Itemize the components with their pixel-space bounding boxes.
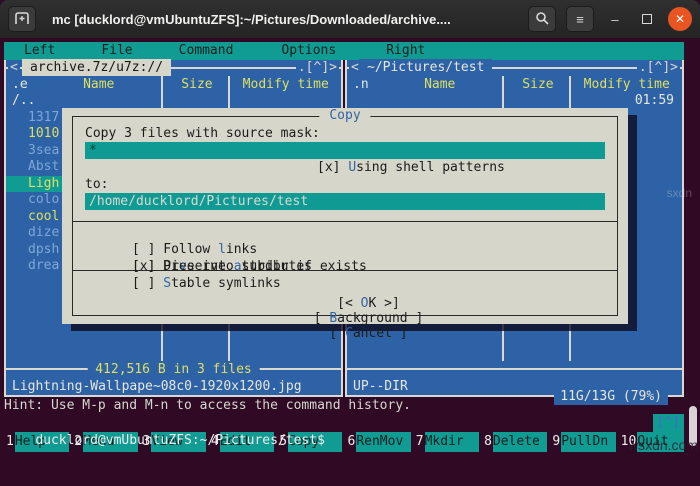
menu-command[interactable]: Command xyxy=(171,42,242,60)
hamburger-icon: ≡ xyxy=(576,11,584,27)
fkey-num: 6 xyxy=(347,434,356,449)
left-mini-separator: 412,516 B in 3 files xyxy=(6,361,341,378)
menu-right[interactable]: Right xyxy=(378,42,433,60)
fkey-delete[interactable]: 8 Delete xyxy=(482,432,548,452)
checkbox-text: [ ] Follow xyxy=(131,242,219,257)
checkbox-text: table symlinks xyxy=(171,276,281,291)
background-button[interactable]: [ Background ] xyxy=(314,311,424,326)
left-panel-updir-control[interactable]: .[^]> xyxy=(295,60,339,76)
right-col-name[interactable]: Name xyxy=(375,76,504,93)
copy-dialog-frame: Copy Copy 3 files with source mask: * [x… xyxy=(72,108,618,341)
left-panel-path[interactable]: archive.7z/u7z:// xyxy=(22,59,172,76)
button-text: K >] xyxy=(368,296,400,311)
stable-symlinks-checkbox[interactable]: [ ] Stable symlinks xyxy=(132,276,281,291)
new-tab-button[interactable] xyxy=(8,6,36,32)
right-disk-usage: 11G/13G (79%) xyxy=(554,388,668,405)
mc-menubar: Left File Command Options Right xyxy=(4,42,684,60)
checkbox-text: [x] Preserve xyxy=(131,259,234,274)
button-text: [ xyxy=(329,326,345,341)
watermark-side: sxdn xyxy=(666,186,692,200)
checkbox-text: [ ] xyxy=(131,276,164,291)
new-tab-icon xyxy=(14,11,30,28)
checkbox-text: [x] xyxy=(317,160,349,175)
close-icon: ✕ xyxy=(674,12,686,26)
right-sort-indicator[interactable]: .n xyxy=(347,76,375,93)
panel-toggle-button[interactable]: [^] xyxy=(652,414,684,432)
fkey-label: RenMov xyxy=(356,432,411,452)
hotkey-letter: a xyxy=(233,259,242,274)
fkey-label: Delete xyxy=(492,432,548,452)
cancel-button[interactable]: [ Cancel ] xyxy=(329,326,407,341)
follow-links-checkbox[interactable]: [ ] Follow links xyxy=(132,241,364,258)
checkbox-text: inks xyxy=(225,242,258,257)
minimize-icon: – xyxy=(611,11,619,27)
maximize-icon xyxy=(642,14,652,24)
dialog-divider xyxy=(73,221,617,222)
preserve-attributes-checkbox[interactable]: [x] Preserve attributes xyxy=(132,258,364,275)
left-panel-top: < archive.7z/u7z:// .[^]> xyxy=(6,59,341,76)
shell-patterns-checkbox[interactable]: [x] Using shell patterns xyxy=(317,159,605,176)
search-icon xyxy=(535,11,549,28)
left-selection-stats: 412,516 B in 3 files xyxy=(87,361,260,378)
button-text: ackground ] xyxy=(337,311,424,326)
menu-button[interactable]: ≡ xyxy=(566,6,594,32)
fkey-label: PullDn xyxy=(561,432,616,452)
right-panel-updir-control[interactable]: .[^]> xyxy=(636,60,680,76)
button-text: [ xyxy=(313,311,330,326)
hotkey-letter: C xyxy=(345,326,353,341)
source-mask-label: Copy 3 files with source mask: xyxy=(85,126,320,141)
ok-button[interactable]: [< OK >] xyxy=(337,296,400,311)
button-text: ancel ] xyxy=(352,326,408,341)
right-col-size[interactable]: Size xyxy=(504,76,571,93)
maximize-button[interactable] xyxy=(636,8,658,30)
fkey-num: 7 xyxy=(415,434,424,449)
left-panel-back-arrow[interactable]: < xyxy=(8,60,20,76)
fkey-pulldn[interactable]: 9 PullDn xyxy=(550,432,616,452)
fkey-renmov[interactable]: 6 RenMov xyxy=(345,432,411,452)
window-title: mc [ducklord@vmUbuntuZFS]:~/Pictures/Dow… xyxy=(52,11,451,27)
window-titlebar: mc [ducklord@vmUbuntuZFS]:~/Pictures/Dow… xyxy=(0,0,700,38)
right-mini-separator-line xyxy=(347,368,682,370)
fkey-num: 8 xyxy=(484,434,492,449)
menu-options[interactable]: Options xyxy=(273,42,344,60)
search-button[interactable] xyxy=(528,6,556,32)
right-panel-path[interactable]: ~/Pictures/test xyxy=(359,59,493,76)
left-col-name[interactable]: Name xyxy=(34,76,163,93)
shell-prompt[interactable]: ducklord@vmUbuntuZFS:~/Pictures/test$ xyxy=(35,433,325,448)
right-mini-separator xyxy=(347,361,682,378)
hotkey-letter: S xyxy=(163,276,172,291)
minimize-button[interactable]: – xyxy=(604,8,626,30)
left-current-file: Lightning-Wallpape~08c0-1920x1200.jpg xyxy=(12,379,302,394)
command-line[interactable]: ducklord@vmUbuntuZFS:~/Pictures/test$ [^… xyxy=(4,414,684,448)
right-panel-top: < ~/Pictures/test .[^]> xyxy=(347,59,682,76)
left-col-time[interactable]: Modify time xyxy=(230,76,341,93)
fkey-num: 9 xyxy=(552,434,561,449)
right-column-headers: .n Name Size Modify time xyxy=(347,76,682,93)
dialog-button-row: [< OK >] [ Background ] [ Cancel ] xyxy=(73,281,617,356)
menu-left[interactable]: Left xyxy=(16,42,63,60)
hotkey-letter: B xyxy=(329,311,338,326)
dialog-title: Copy xyxy=(319,108,371,124)
watermark: wsxdn.com xyxy=(627,437,698,453)
fkey-label: Mkdir xyxy=(424,432,480,452)
close-button[interactable]: ✕ xyxy=(668,7,692,31)
button-text: [< xyxy=(337,296,361,311)
copy-dialog: Copy Copy 3 files with source mask: * [x… xyxy=(62,108,628,341)
checkbox-row: [ ] Follow links [ ] Dive into subdir if… xyxy=(85,224,605,274)
destination-input[interactable]: /home/ducklord/Pictures/test xyxy=(85,193,605,210)
to-label: to: xyxy=(85,177,109,192)
hotkey-letter: U xyxy=(348,160,357,175)
fkey-mkdir[interactable]: 7 Mkdir xyxy=(414,432,480,452)
checkbox-text: ttributes xyxy=(241,259,312,274)
menu-file[interactable]: File xyxy=(93,42,140,60)
left-column-headers: .e Name Size Modify time xyxy=(6,76,341,93)
right-col-time[interactable]: Modify time xyxy=(571,76,682,93)
source-mask-input[interactable]: * xyxy=(85,142,605,159)
left-sort-indicator[interactable]: .e xyxy=(6,76,34,93)
checkbox-text: sing shell patterns xyxy=(356,160,505,175)
hotkey-letter: l xyxy=(218,242,226,257)
left-col-size[interactable]: Size xyxy=(163,76,230,93)
